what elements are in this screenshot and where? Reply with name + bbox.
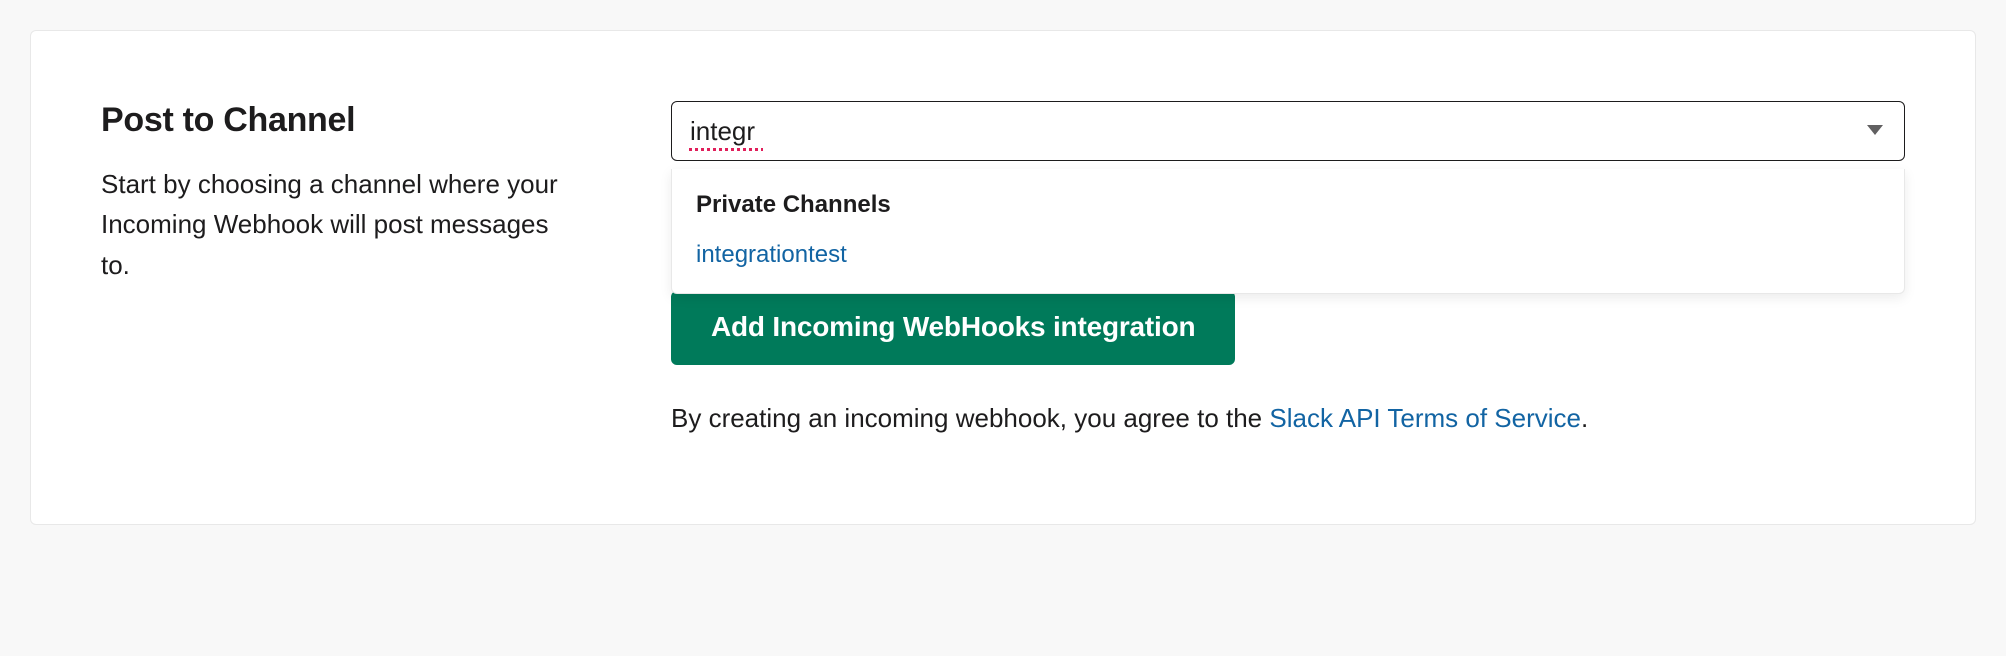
- section-description: Start by choosing a channel where your I…: [101, 164, 571, 285]
- right-column: Private Channels integrationtest Add Inc…: [671, 101, 1905, 434]
- post-to-channel-card: Post to Channel Start by choosing a chan…: [30, 30, 1976, 525]
- dropdown-group-label: Private Channels: [672, 169, 1904, 229]
- dropdown-option-integrationtest[interactable]: integrationtest: [672, 229, 1904, 279]
- form-row: Post to Channel Start by choosing a chan…: [101, 101, 1905, 434]
- terms-suffix: .: [1581, 403, 1588, 433]
- channel-select[interactable]: Private Channels integrationtest: [671, 101, 1905, 161]
- left-column: Post to Channel Start by choosing a chan…: [101, 101, 571, 285]
- terms-text: By creating an incoming webhook, you agr…: [671, 403, 1905, 434]
- terms-prefix: By creating an incoming webhook, you agr…: [671, 403, 1269, 433]
- channel-search-input[interactable]: [671, 101, 1905, 161]
- channel-dropdown: Private Channels integrationtest: [671, 169, 1905, 294]
- terms-link[interactable]: Slack API Terms of Service: [1269, 403, 1581, 433]
- section-title: Post to Channel: [101, 101, 571, 140]
- add-incoming-webhooks-button[interactable]: Add Incoming WebHooks integration: [671, 291, 1235, 365]
